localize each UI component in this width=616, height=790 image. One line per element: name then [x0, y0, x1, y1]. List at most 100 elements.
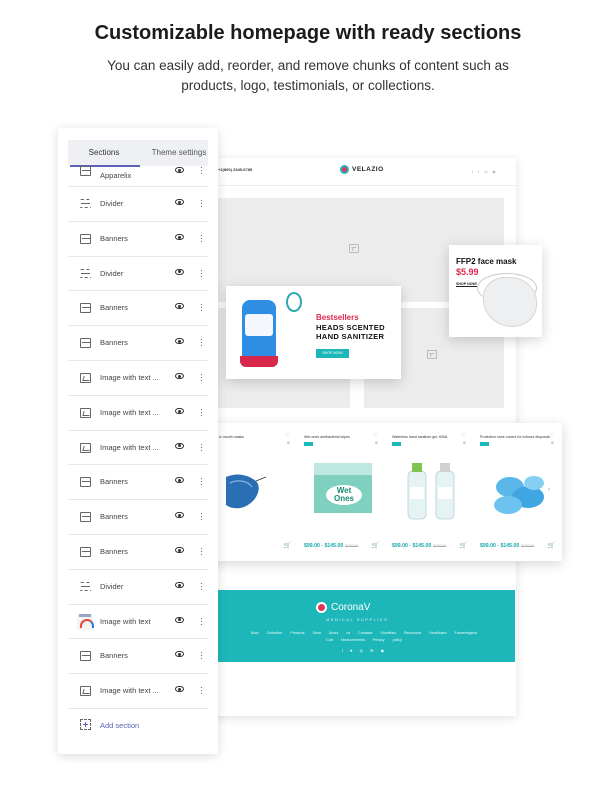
sections-panel: Sections Theme settings Apparelix Divider…: [58, 128, 218, 754]
image-placeholder-icon: [349, 244, 359, 253]
drag-handle-icon[interactable]: [200, 303, 203, 313]
section-row[interactable]: Banners: [68, 535, 208, 570]
drag-handle-icon[interactable]: [200, 268, 203, 278]
footer-brand: CoronaV: [331, 602, 371, 613]
eye-icon[interactable]: [175, 372, 184, 379]
add-to-cart-icon[interactable]: 🛒: [372, 542, 379, 549]
shop-now-button[interactable]: SHOP NOW!: [316, 349, 349, 358]
section-row[interactable]: Image with text: [68, 605, 208, 640]
eye-icon[interactable]: [175, 477, 184, 484]
section-row[interactable]: Divider: [68, 570, 208, 605]
section-row-label: Divider: [100, 581, 124, 591]
section-row-label: Image with text ...: [100, 372, 159, 382]
add-to-cart-icon[interactable]: 🛒: [460, 542, 467, 549]
product-name[interactable]: Waterless hand sanitizer gel, 60ML: [392, 435, 462, 439]
eye-icon[interactable]: [175, 167, 184, 173]
site-logo-text: VELAZIO: [352, 166, 384, 173]
logo-icon: [340, 165, 349, 174]
eye-icon[interactable]: [175, 546, 184, 553]
eye-icon[interactable]: [175, 233, 184, 240]
section-row-label: Image with text ...: [100, 407, 159, 417]
footer-links[interactable]: Main Collection Products Store About us …: [244, 630, 484, 644]
drag-handle-icon[interactable]: [200, 581, 203, 591]
site-phone: +1(800) 2345-6789: [218, 167, 253, 172]
eye-icon[interactable]: [175, 581, 184, 588]
footer-logo[interactable]: CoronaV: [316, 602, 370, 613]
footer-social-icons[interactable]: f ♥ ◎ ✉ ◉: [214, 648, 515, 653]
image-placeholder-icon: [427, 350, 437, 359]
product-price: $99.00 - $145.00 $120.00: [304, 543, 359, 549]
eye-icon[interactable]: [175, 338, 184, 345]
product-card[interactable]: ...ic mouth masks ♡ ⊕ 🛒: [210, 423, 298, 561]
section-row-label: Divider: [100, 268, 124, 278]
bottle-label: [245, 314, 273, 336]
eye-icon[interactable]: [175, 268, 184, 275]
eye-icon[interactable]: [175, 442, 184, 449]
drag-handle-icon[interactable]: [200, 512, 203, 522]
section-row[interactable]: Banners: [68, 500, 208, 535]
add-to-cart-icon[interactable]: 🛒: [284, 542, 291, 549]
wishlist-heart-icon[interactable]: ♡: [286, 433, 290, 439]
quick-view-icon[interactable]: ⊕: [551, 440, 554, 445]
sanitizer-promo-card[interactable]: Bestsellers HEADS SCENTED HAND SANITIZER…: [226, 286, 401, 379]
section-row[interactable]: Image with text ...: [68, 396, 208, 431]
drag-handle-icon[interactable]: [200, 616, 203, 626]
eye-icon[interactable]: [175, 512, 184, 519]
drag-handle-icon[interactable]: [200, 407, 203, 417]
eye-icon[interactable]: [175, 616, 184, 623]
section-row[interactable]: Apparelix: [68, 166, 208, 187]
product-name[interactable]: Wet ones antibacterial wipes: [304, 435, 374, 439]
wishlist-heart-icon[interactable]: ♡: [374, 433, 378, 439]
wishlist-heart-icon[interactable]: ♡: [550, 433, 554, 439]
section-row[interactable]: Divider: [68, 187, 208, 222]
eye-icon[interactable]: [175, 686, 184, 693]
drag-handle-icon[interactable]: [200, 686, 203, 696]
add-section-button[interactable]: Add section: [68, 709, 208, 743]
product-card[interactable]: Wet ones antibacterial wipes ♡ ⊕ Wet One…: [298, 423, 386, 561]
section-row-label: Banners: [100, 303, 128, 313]
eye-icon[interactable]: [175, 651, 184, 658]
quick-view-icon[interactable]: ⊕: [375, 440, 378, 445]
quick-view-icon[interactable]: ⊕: [287, 440, 290, 445]
drag-handle-icon[interactable]: [200, 199, 203, 208]
drag-handle-icon[interactable]: [200, 546, 203, 556]
eye-icon[interactable]: [175, 407, 184, 414]
quick-view-icon[interactable]: ⊕: [463, 440, 466, 445]
site-footer: CoronaV MEDICAL SUPPLIES Main Collection…: [214, 590, 515, 662]
site-social-icons[interactable]: f t ◎ ▶: [472, 169, 498, 174]
section-list: Apparelix Divider Banners Divider Banners Ban…: [68, 166, 208, 743]
drag-handle-icon[interactable]: [200, 442, 203, 452]
section-row[interactable]: Banners: [68, 291, 208, 327]
section-row[interactable]: Banners: [68, 222, 208, 257]
chevron-right-icon[interactable]: ›: [548, 486, 550, 493]
drag-handle-icon[interactable]: [200, 372, 203, 382]
section-row[interactable]: Divider: [68, 257, 208, 292]
drag-handle-icon[interactable]: [200, 166, 203, 175]
add-to-cart-icon[interactable]: 🛒: [548, 542, 555, 549]
section-row[interactable]: Banners: [68, 639, 208, 675]
drag-handle-icon[interactable]: [200, 233, 203, 243]
section-row[interactable]: Banners: [68, 465, 208, 501]
drag-handle-icon[interactable]: [200, 477, 203, 487]
drag-handle-icon[interactable]: [200, 338, 203, 348]
wishlist-heart-icon[interactable]: ♡: [462, 433, 466, 439]
section-row[interactable]: Image with text ...: [68, 361, 208, 396]
product-image: Wet Ones: [314, 463, 372, 513]
product-name[interactable]: Protective shoe covers for indoors dispo…: [480, 435, 550, 439]
drag-handle-icon[interactable]: [200, 651, 203, 661]
eye-icon[interactable]: [175, 199, 184, 205]
eye-icon[interactable]: [175, 303, 184, 310]
product-card[interactable]: Waterless hand sanitizer gel, 60ML ♡ ⊕ $…: [386, 423, 474, 561]
banner-icon: [80, 233, 91, 244]
product-name[interactable]: ...ic mouth masks: [216, 435, 286, 439]
section-row[interactable]: Image with text ...: [68, 674, 208, 709]
bottle-cap: [240, 356, 278, 367]
section-row-label: Image with text: [100, 616, 151, 626]
colorful-image-icon: [77, 613, 94, 630]
section-row[interactable]: Image with text ...: [68, 431, 208, 466]
section-row[interactable]: Banners: [68, 326, 208, 361]
mask-shop-link[interactable]: SHOP NOW!: [456, 282, 477, 286]
section-row-label: Banners: [100, 512, 128, 522]
site-logo[interactable]: VELAZIO: [340, 165, 384, 174]
mask-promo-card[interactable]: FFP2 face mask $5.99 SHOP NOW!: [449, 245, 542, 337]
